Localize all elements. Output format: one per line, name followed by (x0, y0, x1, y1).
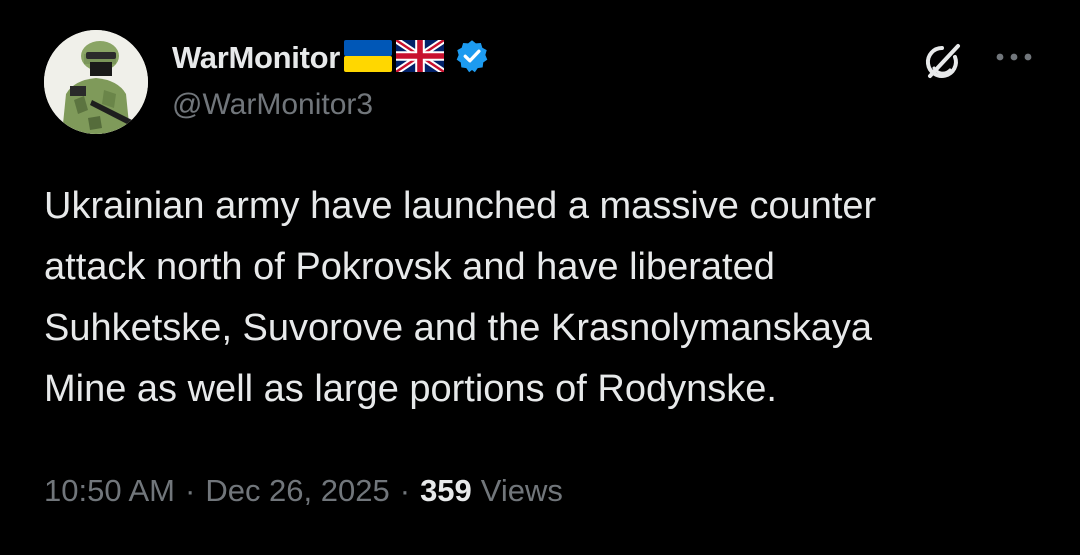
grok-icon[interactable] (920, 40, 964, 84)
views-label[interactable]: Views (481, 473, 563, 509)
united-kingdom-flag-icon (394, 36, 446, 77)
verified-badge-icon[interactable] (454, 38, 490, 79)
tweet-time[interactable]: 10:50 AM (44, 473, 175, 509)
author-name-row[interactable]: WarMonitor (172, 36, 490, 79)
ukraine-flag-icon (344, 39, 393, 77)
more-options-icon[interactable] (994, 50, 1034, 64)
tweet-date[interactable]: Dec 26, 2025 (205, 473, 389, 509)
soldier-avatar-icon (44, 30, 148, 134)
tweet[interactable]: WarMonitor @WarMonitor3 Ukrainian army h… (0, 0, 1080, 555)
views-count[interactable]: 359 (420, 473, 472, 509)
author-handle[interactable]: @WarMonitor3 (172, 88, 373, 122)
tweet-meta: 10:50 AM · Dec 26, 2025 · 359 Views (44, 466, 563, 516)
tweet-text: Ukrainian army have launched a massive c… (44, 185, 877, 410)
author-display-name[interactable]: WarMonitor (172, 40, 340, 76)
author-avatar[interactable] (44, 30, 148, 134)
meta-separator: · (184, 473, 196, 508)
meta-separator: · (399, 473, 411, 508)
